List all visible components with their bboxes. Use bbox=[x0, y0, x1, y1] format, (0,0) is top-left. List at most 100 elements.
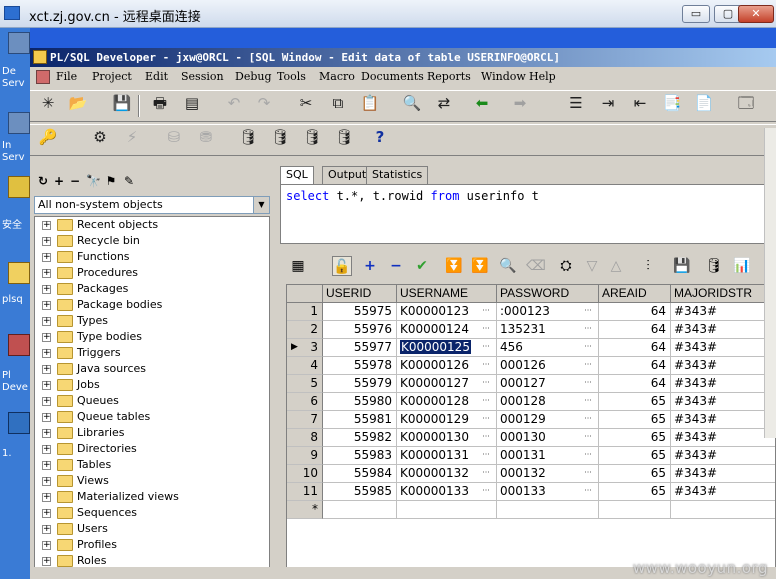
cell-editor-button[interactable]: ··· bbox=[581, 450, 595, 462]
desktop-icon-security[interactable] bbox=[8, 176, 30, 198]
row-number[interactable]: 9 bbox=[287, 447, 323, 465]
menu-session[interactable]: Session bbox=[181, 70, 224, 83]
tree-item[interactable]: + Sequences bbox=[35, 505, 269, 521]
cell-majoridstr[interactable]: #343# bbox=[671, 483, 775, 501]
cell-majoridstr[interactable]: #343# bbox=[671, 321, 775, 339]
cell-areaid[interactable]: 64 bbox=[599, 339, 671, 357]
expand-icon[interactable]: + bbox=[42, 525, 51, 534]
tree-item[interactable]: + Recycle bin bbox=[35, 233, 269, 249]
cell-editor-button[interactable]: ··· bbox=[581, 486, 595, 498]
row-number[interactable]: 11 bbox=[287, 483, 323, 501]
cell-majoridstr[interactable]: #343# bbox=[671, 303, 775, 321]
lock-icon[interactable]: 🔓 bbox=[332, 256, 352, 276]
database-icon[interactable]: 🛢 bbox=[704, 256, 724, 276]
expand-icon[interactable]: + bbox=[42, 429, 51, 438]
menu-reports[interactable]: Reports bbox=[427, 70, 471, 83]
cell-editor-button[interactable]: ··· bbox=[479, 378, 493, 390]
cell-areaid[interactable]: 64 bbox=[599, 303, 671, 321]
expand-icon[interactable]: + bbox=[42, 541, 51, 550]
expand-icon[interactable]: + bbox=[42, 381, 51, 390]
close-button[interactable]: ✕ bbox=[738, 5, 774, 23]
row-number[interactable]: 8 bbox=[287, 429, 323, 447]
compile-gear-icon[interactable]: ⚙ bbox=[88, 125, 112, 149]
menu-documents[interactable]: Documents bbox=[361, 70, 424, 83]
minimize-button[interactable]: ▭ bbox=[682, 5, 710, 23]
menu-file[interactable]: File bbox=[56, 70, 77, 83]
clear-record-icon[interactable]: ⌫ bbox=[526, 256, 546, 276]
cell-userid[interactable]: 55978 bbox=[323, 357, 397, 375]
column-header[interactable]: AREAID bbox=[599, 285, 671, 303]
cell-editor-button[interactable]: ··· bbox=[479, 324, 493, 336]
row-number[interactable]: 6 bbox=[287, 393, 323, 411]
cell-userid[interactable]: 55977 bbox=[323, 339, 397, 357]
cell-editor-button[interactable]: ··· bbox=[479, 486, 493, 498]
tree-item[interactable]: + Packages bbox=[35, 281, 269, 297]
tree-item[interactable]: + Materialized views bbox=[35, 489, 269, 505]
cell-majoridstr[interactable]: #343# bbox=[671, 375, 775, 393]
expand-icon[interactable]: + bbox=[42, 397, 51, 406]
cell-userid[interactable]: 55980 bbox=[323, 393, 397, 411]
cell-editor-button[interactable]: ··· bbox=[479, 468, 493, 480]
delete-record-icon[interactable]: − bbox=[386, 256, 406, 276]
forward-icon[interactable]: ➡ bbox=[508, 91, 532, 115]
next-record-icon[interactable]: △ bbox=[606, 256, 626, 276]
row-number[interactable]: 1 bbox=[287, 303, 323, 321]
cell-userid[interactable]: 55979 bbox=[323, 375, 397, 393]
tab-statistics[interactable]: Statistics bbox=[366, 166, 429, 184]
expand-icon[interactable]: + bbox=[42, 285, 51, 294]
cell-majoridstr[interactable]: #343# bbox=[671, 357, 775, 375]
replace-icon[interactable]: ⇄ bbox=[432, 91, 456, 115]
sql-editor[interactable]: select t.*, t.rowid from userinfo t bbox=[280, 184, 776, 244]
menu-edit[interactable]: Edit bbox=[145, 70, 168, 83]
copy-icon[interactable]: ⧉ bbox=[326, 91, 350, 115]
chart-icon[interactable]: 📊 bbox=[732, 256, 752, 276]
expand-icon[interactable]: + bbox=[42, 445, 51, 454]
cell-editor-button[interactable]: ··· bbox=[581, 342, 595, 354]
tab-output[interactable]: Output bbox=[322, 166, 373, 184]
cell-editor-button[interactable]: ··· bbox=[581, 432, 595, 444]
menu-debug[interactable]: Debug bbox=[235, 70, 272, 83]
cell-editor-button[interactable]: ··· bbox=[479, 414, 493, 426]
tree-item[interactable]: + Libraries bbox=[35, 425, 269, 441]
new-icon[interactable]: ✳ bbox=[36, 91, 60, 115]
key-icon[interactable]: 🔑 bbox=[36, 125, 60, 149]
expand-icon[interactable]: + bbox=[42, 493, 51, 502]
splitter[interactable] bbox=[272, 164, 278, 579]
cell-userid[interactable]: 55976 bbox=[323, 321, 397, 339]
grid-layout-icon[interactable]: ▦ bbox=[288, 256, 308, 276]
tree-item[interactable]: + Recent objects bbox=[35, 217, 269, 233]
cell-editor-button[interactable]: ··· bbox=[581, 378, 595, 390]
export-icon[interactable]: 📑 bbox=[660, 91, 684, 115]
document-icon[interactable] bbox=[36, 70, 50, 84]
column-header[interactable]: PASSWORD bbox=[497, 285, 599, 303]
tree-item[interactable]: + Views bbox=[35, 473, 269, 489]
edit-filter-icon[interactable]: ✎ bbox=[122, 174, 136, 188]
column-header[interactable]: MAJORIDSTR bbox=[671, 285, 775, 303]
insert-record-icon[interactable]: + bbox=[360, 256, 380, 276]
indent-icon[interactable]: ☰ bbox=[564, 91, 588, 115]
tree-item[interactable]: + Package bodies bbox=[35, 297, 269, 313]
desktop-icon-server[interactable] bbox=[8, 32, 30, 54]
desktop-icon-ie[interactable] bbox=[8, 412, 30, 434]
cell-userid[interactable]: 55983 bbox=[323, 447, 397, 465]
cell-editor-button[interactable]: ··· bbox=[479, 432, 493, 444]
menu-help[interactable]: Help bbox=[529, 70, 556, 83]
find-object-icon[interactable]: 🔭 bbox=[86, 174, 101, 188]
save-icon[interactable]: 💾 bbox=[110, 91, 134, 115]
expand-icon[interactable]: + bbox=[42, 349, 51, 358]
print-preview-icon[interactable]: ▤ bbox=[180, 91, 204, 115]
print-icon[interactable]: 🖶 bbox=[148, 91, 172, 115]
expand-icon[interactable]: + bbox=[42, 269, 51, 278]
test-window-icon[interactable]: 🛢 bbox=[332, 125, 356, 149]
row-number[interactable]: 7 bbox=[287, 411, 323, 429]
new-row-cell[interactable] bbox=[323, 501, 397, 519]
cell-editor-button[interactable]: ··· bbox=[479, 450, 493, 462]
expand-icon[interactable]: + bbox=[42, 557, 51, 566]
cell-userid[interactable]: 55975 bbox=[323, 303, 397, 321]
tree-item[interactable]: + Triggers bbox=[35, 345, 269, 361]
cell-editor-button[interactable]: ··· bbox=[581, 468, 595, 480]
expand-icon[interactable]: + bbox=[42, 317, 51, 326]
tree-item[interactable]: + Tables bbox=[35, 457, 269, 473]
cell-editor-button[interactable]: ··· bbox=[479, 396, 493, 408]
sql-window-icon[interactable]: 🛢 bbox=[236, 125, 260, 149]
